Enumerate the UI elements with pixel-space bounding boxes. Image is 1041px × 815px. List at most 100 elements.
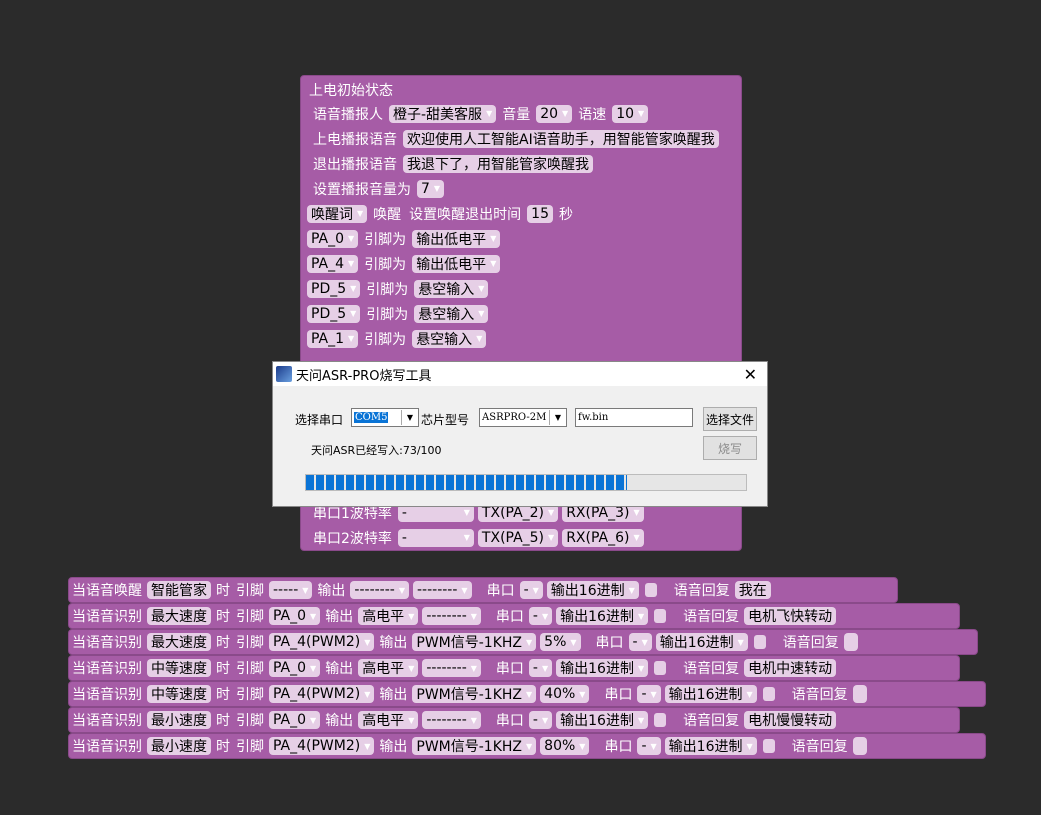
uart-label: 串口 [595,635,624,651]
keyword-field[interactable]: 最小速度 [147,737,211,755]
keyword-field[interactable]: 最大速度 [147,607,211,625]
keyword-field[interactable]: 最小速度 [147,711,211,729]
dropdown[interactable]: 输出低电平 ▼ [412,229,501,248]
checkbox[interactable] [654,713,667,727]
field-value: 输出低电平 [416,231,487,248]
uart-dropdown[interactable]: - ▼ [528,711,553,729]
file-input[interactable]: fw.bin [575,408,693,427]
checkbox[interactable] [654,661,667,675]
hex-mode-dropdown[interactable]: 输出16进制 ▼ [664,685,757,703]
dialog-titlebar[interactable]: 天问ASR-PRO烧写工具 ✕ [273,362,767,386]
output-dropdown[interactable]: PWM信号-1KHZ ▼ [412,685,537,703]
text-field[interactable]: 欢迎使用人工智能AI语音助手，用智能管家唤醒我 [403,129,719,148]
dropdown[interactable]: PA_4 ▼ [307,254,359,273]
reply-field[interactable] [852,737,867,755]
pin-dropdown[interactable]: PA_4(PWM2) ▼ [269,685,375,703]
voice-rule-block[interactable]: 当语音识别 中等速度时引脚 PA_4(PWM2) ▼ 输出 PWM信号-1KHZ ▼ 40% ▼… [68,681,986,707]
pin-dropdown[interactable]: PA_0 ▼ [269,711,321,729]
output-dropdown[interactable]: 高电平 ▼ [358,711,419,729]
output-dropdown[interactable]: 高电平 ▼ [358,607,419,625]
hex-mode-dropdown[interactable]: 输出16进制 ▼ [655,633,748,651]
duty-dropdown[interactable]: 40% ▼ [540,685,590,703]
rx-dropdown[interactable]: RX(PA_6) ▼ [562,528,644,547]
checkbox[interactable] [753,635,766,649]
hex-mode-dropdown[interactable]: 输出16进制 ▼ [664,737,757,755]
uart-dropdown[interactable]: - ▼ [637,737,661,755]
choose-file-button[interactable]: 选择文件 [703,407,757,431]
pin-dropdown[interactable]: ----- ▼ [269,581,313,599]
dropdown[interactable]: 唤醒词 ▼ [307,204,368,223]
keyword-field[interactable]: 智能管家 [147,581,211,599]
duty-dropdown[interactable]: -------- ▼ [422,711,481,729]
chevron-down-icon[interactable]: ▼ [401,410,418,425]
duty-dropdown[interactable]: -------- ▼ [422,607,481,625]
voice-rule-block[interactable]: 当语音识别 最小速度时引脚 PA_4(PWM2) ▼ 输出 PWM信号-1KHZ ▼ 80% ▼… [68,733,986,759]
duty-dropdown[interactable]: 5% ▼ [540,633,581,651]
uart-dropdown[interactable]: - ▼ [528,659,553,677]
pin-dropdown[interactable]: PA_0 ▼ [269,659,321,677]
burn-tool-dialog[interactable]: 天问ASR-PRO烧写工具 ✕ 选择串口 COM5 ▼ 芯片型号 ASRPRO-… [272,361,768,507]
dropdown[interactable]: 10 ▼ [612,104,649,123]
output-dropdown[interactable]: -------- ▼ [350,581,409,599]
uart-label: 串口 [486,583,515,599]
pin-dropdown[interactable]: PA_0 ▼ [269,607,321,625]
voice-rule-block[interactable]: 当语音唤醒 智能管家时引脚 ----- ▼ 输出 -------- ▼ -------- ▼ 串口… [68,577,898,603]
dropdown[interactable]: 20 ▼ [536,104,573,123]
output-dropdown[interactable]: PWM信号-1KHZ ▼ [412,737,537,755]
dropdown[interactable]: 悬空输入 ▼ [412,329,487,348]
field-value: PA_1 [311,330,345,347]
dropdown[interactable]: PA_1 ▼ [307,329,359,348]
keyword-field[interactable]: 中等速度 [147,685,211,703]
close-icon[interactable]: ✕ [744,365,757,384]
hex-mode-dropdown[interactable]: 输出16进制 ▼ [556,659,649,677]
reply-field[interactable] [852,685,867,703]
chip-select[interactable]: ASRPRO-2M ▼ [479,408,567,427]
keyword-field[interactable]: 中等速度 [147,659,211,677]
pin-dropdown[interactable]: PA_4(PWM2) ▼ [269,633,375,651]
uart-dropdown[interactable]: - ▼ [519,581,543,599]
uart-dropdown[interactable]: - ▼ [528,607,553,625]
output-dropdown[interactable]: PWM信号-1KHZ ▼ [412,633,537,651]
voice-rule-block[interactable]: 当语音识别 最小速度时引脚 PA_0 ▼ 输出 高电平 ▼ -------- ▼ 串口 - ▼ 输出16… [68,707,960,733]
dropdown[interactable]: 输出低电平 ▼ [412,254,501,273]
duty-dropdown[interactable]: -------- ▼ [413,581,472,599]
hex-mode-dropdown[interactable]: 输出16进制 ▼ [556,607,649,625]
dropdown[interactable]: 7 ▼ [417,179,445,198]
checkbox[interactable] [762,739,775,753]
duty-dropdown[interactable]: 80% ▼ [540,737,590,755]
checkbox[interactable] [644,583,657,597]
chevron-down-icon[interactable]: ▼ [549,410,566,425]
dropdown[interactable]: 悬空输入 ▼ [414,304,489,323]
hex-mode-dropdown[interactable]: 输出16进制 ▼ [556,711,649,729]
text-field[interactable]: 我退下了，用智能管家唤醒我 [403,154,593,173]
duty-dropdown[interactable]: -------- ▼ [422,659,481,677]
tx-dropdown[interactable]: TX(PA_5) ▼ [477,528,559,547]
voice-rule-block[interactable]: 当语音识别 最大速度时引脚 PA_4(PWM2) ▼ 输出 PWM信号-1KHZ ▼ 5% ▼ 串… [68,629,978,655]
reply-field[interactable]: 电机慢慢转动 [744,711,837,729]
text-field[interactable]: 15 [527,204,553,223]
baud-dropdown[interactable]: - ▼ [397,528,474,547]
reply-field[interactable] [843,633,858,651]
dropdown[interactable]: PD_5 ▼ [307,279,361,298]
reply-field[interactable]: 电机中速转动 [744,659,837,677]
keyword-field[interactable]: 最大速度 [147,633,211,651]
dropdown[interactable]: PD_5 ▼ [307,304,361,323]
dropdown[interactable]: PA_0 ▼ [307,229,359,248]
checkbox[interactable] [762,687,775,701]
field-value: PA_4 [311,255,345,272]
reply-field[interactable]: 电机飞快转动 [744,607,837,625]
port-select[interactable]: COM5 ▼ [351,408,419,427]
voice-rule-block[interactable]: 当语音识别 最大速度时引脚 PA_0 ▼ 输出 高电平 ▼ -------- ▼ 串口 - ▼ 输出16… [68,603,960,629]
voice-rule-block[interactable]: 当语音识别 中等速度时引脚 PA_0 ▼ 输出 高电平 ▼ -------- ▼ 串口 - ▼ 输出16… [68,655,960,681]
pin-dropdown[interactable]: PA_4(PWM2) ▼ [269,737,375,755]
dropdown[interactable]: 橙子-甜美客服 ▼ [389,104,497,123]
output-label: 输出 [325,609,354,625]
reply-field[interactable]: 我在 [734,581,771,599]
checkbox[interactable] [654,609,667,623]
uart-dropdown[interactable]: - ▼ [637,685,661,703]
dropdown[interactable]: 悬空输入 ▼ [414,279,489,298]
burn-button[interactable]: 烧写 [703,436,757,460]
output-dropdown[interactable]: 高电平 ▼ [358,659,419,677]
hex-mode-dropdown[interactable]: 输出16进制 ▼ [546,581,639,599]
uart-dropdown[interactable]: - ▼ [628,633,652,651]
